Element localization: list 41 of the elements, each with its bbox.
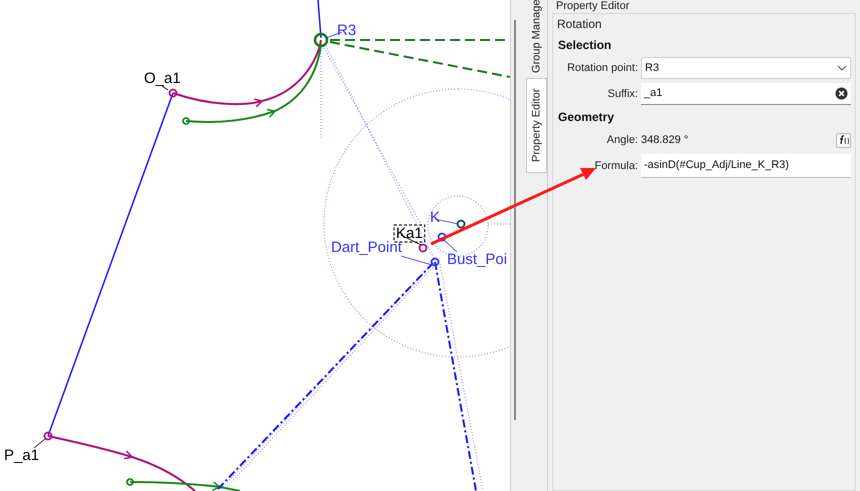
group-title: Rotation: [557, 16, 603, 32]
point-marker[interactable]: [456, 220, 466, 228]
point-marker[interactable]: [430, 258, 440, 266]
field-label: Rotation point:: [567, 62, 638, 74]
curve-line: [132, 456, 196, 491]
leader-line: [442, 238, 458, 252]
point-marker[interactable]: [126, 478, 134, 486]
section-heading: Geometry: [557, 109, 616, 125]
clear-icon[interactable]: [835, 87, 848, 100]
curve-line: [262, 40, 322, 102]
dropdown[interactable]: R3: [641, 57, 851, 79]
point-label[interactable]: K: [430, 209, 440, 226]
scrollbar[interactable]: [510, 0, 518, 491]
point-marker[interactable]: [438, 232, 446, 242]
chevron-icon: [837, 65, 847, 71]
dock-tab[interactable]: Property Editor: [526, 78, 547, 173]
point-label[interactable]: P_a1: [4, 447, 40, 464]
point-marker[interactable]: [182, 117, 190, 125]
field-label: Angle:: [606, 134, 638, 146]
point-label[interactable]: Ka1: [396, 225, 423, 242]
leader-line: [34, 438, 46, 448]
field-label: Suffix:: [608, 88, 638, 100]
function-icon[interactable]: [836, 132, 851, 148]
point-label[interactable]: R3: [337, 22, 356, 39]
field-label: Formula:: [594, 160, 638, 172]
point-marker[interactable]: [168, 88, 178, 98]
seam-line: [317, 0, 322, 38]
text-field[interactable]: _a1: [641, 83, 851, 105]
section-heading: Selection: [557, 37, 612, 53]
point-label[interactable]: Bust_Poi: [447, 251, 508, 268]
point-marker[interactable]: [418, 244, 428, 252]
formula-field[interactable]: -asinD(#Cup_Adj/Line_K_R3): [641, 154, 851, 178]
field-value: 348.829 °: [641, 132, 690, 148]
curve-line: [274, 44, 322, 112]
point-label[interactable]: Dart_Point: [331, 239, 402, 256]
leader-line: [162, 86, 168, 90]
curve-line: [220, 486, 240, 491]
point-marker[interactable]: [314, 32, 328, 48]
point-label[interactable]: O_a1: [144, 70, 181, 87]
leader-line: [400, 256, 432, 266]
point-marker[interactable]: [44, 432, 52, 440]
